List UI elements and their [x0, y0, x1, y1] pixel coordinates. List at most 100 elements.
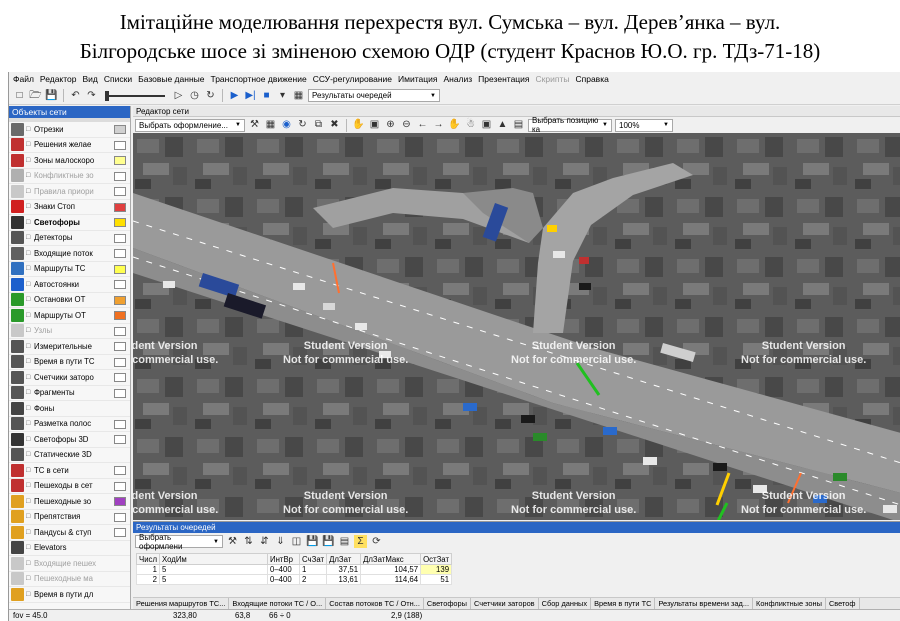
color-swatch[interactable]: [114, 264, 126, 274]
menu-item[interactable]: Редактор: [40, 74, 77, 84]
3d-mode-icon[interactable]: ▲: [496, 119, 509, 132]
network-object-row[interactable]: □ Зоны малоскоро: [9, 153, 130, 169]
database-icon[interactable]: ◫: [290, 535, 303, 548]
visibility-toggle-icon[interactable]: □: [26, 172, 33, 179]
network-object-row[interactable]: □ Правила приори: [9, 184, 130, 200]
color-swatch[interactable]: [114, 435, 126, 444]
color-swatch[interactable]: [114, 171, 126, 181]
network-object-row[interactable]: □ Детекторы: [9, 231, 130, 246]
visibility-toggle-icon[interactable]: □: [26, 591, 33, 598]
visibility-toggle-icon[interactable]: □: [26, 126, 33, 133]
network-object-row[interactable]: □ Светофоры: [9, 215, 130, 231]
wrench-icon[interactable]: ⚒: [248, 119, 261, 132]
zoom-combo[interactable]: 100% ▼: [615, 118, 673, 132]
network-object-row[interactable]: □ Пандусы & ступ: [9, 525, 130, 541]
play-icon[interactable]: ▶: [228, 89, 241, 102]
network-object-row[interactable]: □ Узлы: [9, 324, 130, 339]
network-object-row[interactable]: □ Фрагменты: [9, 386, 130, 401]
color-swatch[interactable]: [114, 388, 126, 398]
network-object-row[interactable]: □ Конфликтные зо: [9, 169, 130, 184]
color-swatch[interactable]: [114, 156, 126, 165]
sync-icon[interactable]: ⟳: [370, 535, 383, 548]
menu-item[interactable]: Справка: [575, 74, 608, 84]
visibility-toggle-icon[interactable]: □: [26, 327, 33, 334]
zoom-extent-icon[interactable]: ▣: [368, 119, 381, 132]
visibility-toggle-icon[interactable]: □: [26, 281, 33, 288]
visibility-toggle-icon[interactable]: □: [26, 575, 33, 582]
visibility-toggle-icon[interactable]: □: [26, 482, 33, 489]
results-icon[interactable]: ▦: [292, 89, 305, 102]
pan-icon[interactable]: ✋: [448, 119, 461, 132]
color-swatch[interactable]: [114, 497, 126, 506]
network-object-row[interactable]: □ Пешеходные зо: [9, 494, 130, 510]
stop-icon[interactable]: ■: [260, 89, 273, 102]
column-header[interactable]: ИнтВр: [267, 553, 300, 565]
menu-item[interactable]: Списки: [104, 74, 132, 84]
color-swatch[interactable]: [114, 187, 126, 196]
visibility-toggle-icon[interactable]: □: [26, 389, 33, 396]
sort-descending-icon[interactable]: ⇵: [258, 535, 271, 548]
menu-item[interactable]: Вид: [83, 74, 98, 84]
slider-thumb[interactable]: [105, 90, 109, 101]
wrench-icon[interactable]: ⚒: [226, 535, 239, 548]
network-object-row[interactable]: □ ТС в сети: [9, 463, 130, 479]
rotate-icon[interactable]: ↻: [296, 119, 309, 132]
visibility-toggle-icon[interactable]: □: [26, 358, 33, 365]
color-swatch[interactable]: [114, 280, 126, 289]
network-object-row[interactable]: □ Пешеходные ма: [9, 572, 130, 587]
visibility-toggle-icon[interactable]: □: [26, 343, 33, 350]
camera-position-combo[interactable]: Выбрать позицию ка ▼: [528, 116, 612, 134]
visibility-toggle-icon[interactable]: □: [26, 405, 33, 412]
network-object-row[interactable]: □ Маршруты ТС: [9, 262, 130, 277]
network-object-row[interactable]: □ Измерительные: [9, 339, 130, 355]
color-swatch[interactable]: [114, 202, 126, 212]
network-object-row[interactable]: □ Время в пути ТС: [9, 355, 130, 370]
color-swatch[interactable]: [114, 342, 126, 351]
network-object-row[interactable]: □ Пешеходы в сет: [9, 479, 130, 494]
color-swatch[interactable]: [114, 357, 126, 367]
menu-item[interactable]: ССУ-регулирование: [313, 74, 392, 84]
grid-icon[interactable]: ▦: [264, 119, 277, 132]
column-header[interactable]: ХодИм: [159, 553, 268, 565]
network-object-row[interactable]: □ Время в пути дл: [9, 587, 130, 603]
zoom-out-icon[interactable]: ⊖: [400, 119, 413, 132]
visibility-toggle-icon[interactable]: □: [26, 420, 33, 427]
visibility-toggle-icon[interactable]: □: [26, 451, 33, 458]
network-object-row[interactable]: □ Входящие поток: [9, 246, 130, 262]
column-header[interactable]: ДлЗатМакс: [360, 553, 422, 565]
color-swatch[interactable]: [114, 419, 126, 429]
undo-icon[interactable]: ↶: [69, 89, 82, 102]
refresh-icon[interactable]: ↻: [204, 89, 217, 102]
network-object-row[interactable]: □ Автостоянки: [9, 277, 130, 293]
camera-icon[interactable]: ▣: [480, 119, 493, 132]
save-icon[interactable]: 💾: [306, 535, 319, 548]
color-swatch[interactable]: [114, 218, 126, 227]
open-folder-icon[interactable]: 🗁: [29, 89, 42, 102]
visibility-toggle-icon[interactable]: □: [26, 560, 33, 567]
network-object-row[interactable]: □ Остановки ОТ: [9, 293, 130, 308]
menu-item[interactable]: Анализ: [443, 74, 472, 84]
visibility-toggle-icon[interactable]: □: [26, 234, 33, 241]
export-icon[interactable]: ▤: [338, 535, 351, 548]
filter-icon[interactable]: ⇓: [274, 535, 287, 548]
network-object-row[interactable]: □ Препятствия: [9, 510, 130, 525]
network-object-row[interactable]: □ Знаки Стоп: [9, 200, 130, 215]
table-row[interactable]: 1 5 0–400 1 37,51 104,57 139: [136, 564, 453, 575]
back-icon[interactable]: ←: [416, 119, 429, 132]
network-object-row[interactable]: □ Решения желае: [9, 138, 130, 153]
delete-icon[interactable]: ✖: [328, 119, 341, 132]
column-header[interactable]: ДлЗат: [326, 553, 362, 565]
network-object-row[interactable]: □ Elevators: [9, 541, 130, 556]
color-swatch[interactable]: [114, 528, 126, 537]
results-style-combo[interactable]: Выбрать оформлени ▼: [135, 533, 223, 551]
network-object-row[interactable]: □ Статические 3D: [9, 448, 130, 463]
color-swatch[interactable]: [114, 249, 126, 258]
color-swatch[interactable]: [114, 140, 126, 150]
zoom-in-icon[interactable]: ⊕: [384, 119, 397, 132]
figure-icon[interactable]: ☃: [464, 119, 477, 132]
network-object-row[interactable]: □ Отрезки: [9, 122, 130, 138]
network-object-row[interactable]: □ Разметка полос: [9, 417, 130, 432]
sum-icon[interactable]: Σ: [354, 535, 367, 548]
visibility-toggle-icon[interactable]: □: [26, 529, 33, 536]
globe-icon[interactable]: ◉: [280, 119, 293, 132]
